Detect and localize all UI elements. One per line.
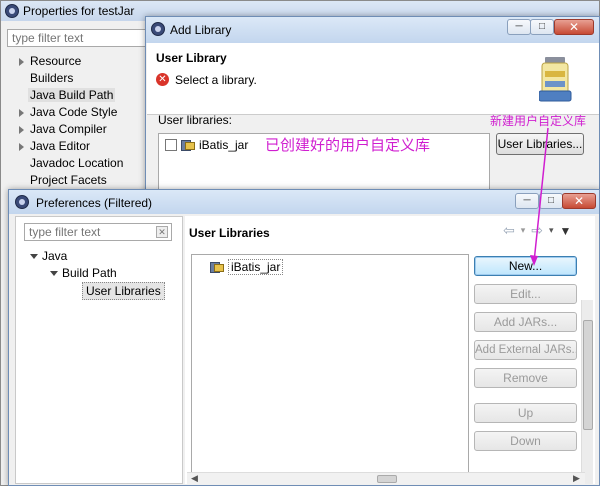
vertical-scroll-thumb[interactable] — [583, 320, 593, 430]
expand-arrow-icon[interactable] — [19, 125, 24, 134]
user-libraries-page: User Libraries ⇦ ▾ ⇨ ▾ ▼ iBatis_jar New.… — [185, 216, 595, 484]
header-message: Select a library. — [175, 73, 257, 87]
tree-item-resource[interactable]: Resource — [19, 54, 123, 71]
add-library-dialog: Add Library ─ □ ✕ User Library ✕ Select … — [145, 16, 600, 203]
scroll-right-icon[interactable]: ▶ — [573, 473, 580, 484]
library-name: iBatis_jar — [199, 138, 249, 152]
add-library-header: User Library ✕ Select a library. — [147, 43, 599, 115]
user-libraries-list[interactable]: iBatis_jar — [191, 254, 469, 484]
library-row[interactable]: iBatis_jar — [165, 138, 248, 152]
expand-arrow-icon[interactable] — [19, 57, 24, 66]
expand-arrow-icon[interactable] — [19, 108, 24, 117]
collapse-arrow-icon[interactable] — [30, 254, 38, 260]
library-name: iBatis_jar — [228, 259, 284, 275]
page-title: User Libraries — [189, 226, 270, 240]
back-arrow-icon[interactable]: ⇦ — [503, 222, 515, 239]
clear-filter-icon[interactable]: ✕ — [156, 226, 168, 238]
error-icon: ✕ — [156, 73, 169, 86]
view-menu-icon[interactable]: ▼ — [560, 224, 572, 238]
preferences-titlebar: Preferences (Filtered) ─ □ ✕ — [9, 190, 599, 214]
properties-tree: Resource Builders Java Build Path Java C… — [19, 54, 123, 190]
add-library-titlebar: Add Library ─ □ ✕ — [146, 17, 599, 43]
preferences-dialog: Preferences (Filtered) ─ □ ✕ ✕ Java Buil… — [8, 189, 600, 486]
preferences-filter-input[interactable] — [24, 223, 172, 241]
horizontal-scrollbar[interactable]: ◀ ▶ — [187, 472, 585, 484]
preferences-title: Preferences (Filtered) — [36, 196, 153, 210]
properties-filter-input[interactable] — [7, 29, 147, 47]
user-libraries-label: User libraries: — [158, 113, 233, 127]
header-title: User Library — [156, 51, 227, 65]
eclipse-app-icon — [151, 22, 165, 36]
new-library-annotation: 新建用户自定义库 — [490, 114, 587, 128]
maximize-button[interactable]: □ — [530, 19, 554, 35]
created-library-annotation: 已创建好的用户自定义库 — [265, 136, 431, 154]
forward-arrow-icon[interactable]: ⇨ — [531, 222, 543, 239]
maximize-button[interactable]: □ — [539, 193, 563, 209]
tree-item-user-libraries[interactable]: User Libraries — [82, 282, 165, 300]
scroll-left-icon[interactable]: ◀ — [191, 473, 198, 484]
horizontal-scroll-thumb[interactable] — [377, 475, 397, 483]
add-external-jars-button[interactable]: Add External JARs... — [474, 340, 577, 360]
library-row[interactable]: iBatis_jar — [210, 259, 284, 275]
library-jars-icon — [539, 57, 572, 102]
jar-library-icon — [210, 261, 224, 273]
jar-library-icon — [181, 139, 195, 151]
new-button[interactable]: New... — [474, 256, 577, 276]
tree-item-java-build-path[interactable]: Java Build Path — [19, 88, 123, 105]
vertical-scrollbar[interactable] — [581, 300, 593, 484]
up-button[interactable]: Up — [474, 403, 577, 423]
preferences-nav-panel: ✕ Java Build Path User Libraries — [15, 216, 183, 484]
back-dropdown-icon[interactable]: ▾ — [521, 225, 526, 236]
eclipse-app-icon — [5, 4, 19, 18]
tree-item-project-facets[interactable]: Project Facets — [19, 173, 123, 190]
page-nav-toolbar: ⇦ ▾ ⇨ ▾ ▼ — [503, 222, 571, 239]
tree-item-java-compiler[interactable]: Java Compiler — [19, 122, 123, 139]
remove-button[interactable]: Remove — [474, 368, 577, 388]
close-button[interactable]: ✕ — [562, 193, 596, 209]
tree-item-java-editor[interactable]: Java Editor — [19, 139, 123, 156]
tree-item-builders[interactable]: Builders — [19, 71, 123, 88]
add-jars-button[interactable]: Add JARs... — [474, 312, 577, 332]
tree-item-javadoc-location[interactable]: Javadoc Location — [19, 156, 123, 173]
minimize-button[interactable]: ─ — [515, 193, 539, 209]
user-libraries-button[interactable]: User Libraries... — [496, 133, 584, 155]
edit-button[interactable]: Edit... — [474, 284, 577, 304]
down-button[interactable]: Down — [474, 431, 577, 451]
eclipse-app-icon — [15, 195, 29, 209]
minimize-button[interactable]: ─ — [507, 19, 531, 35]
collapse-arrow-icon[interactable] — [50, 271, 58, 277]
tree-item-java-code-style[interactable]: Java Code Style — [19, 105, 123, 122]
close-button[interactable]: ✕ — [554, 19, 594, 35]
expand-arrow-icon[interactable] — [19, 142, 24, 151]
tree-item-java[interactable]: Java — [30, 249, 67, 263]
forward-dropdown-icon[interactable]: ▾ — [549, 225, 554, 236]
library-checkbox[interactable] — [165, 139, 177, 151]
add-library-title: Add Library — [170, 23, 232, 37]
properties-window-title: Properties for testJar — [23, 4, 135, 18]
tree-item-build-path[interactable]: Build Path — [50, 266, 117, 280]
